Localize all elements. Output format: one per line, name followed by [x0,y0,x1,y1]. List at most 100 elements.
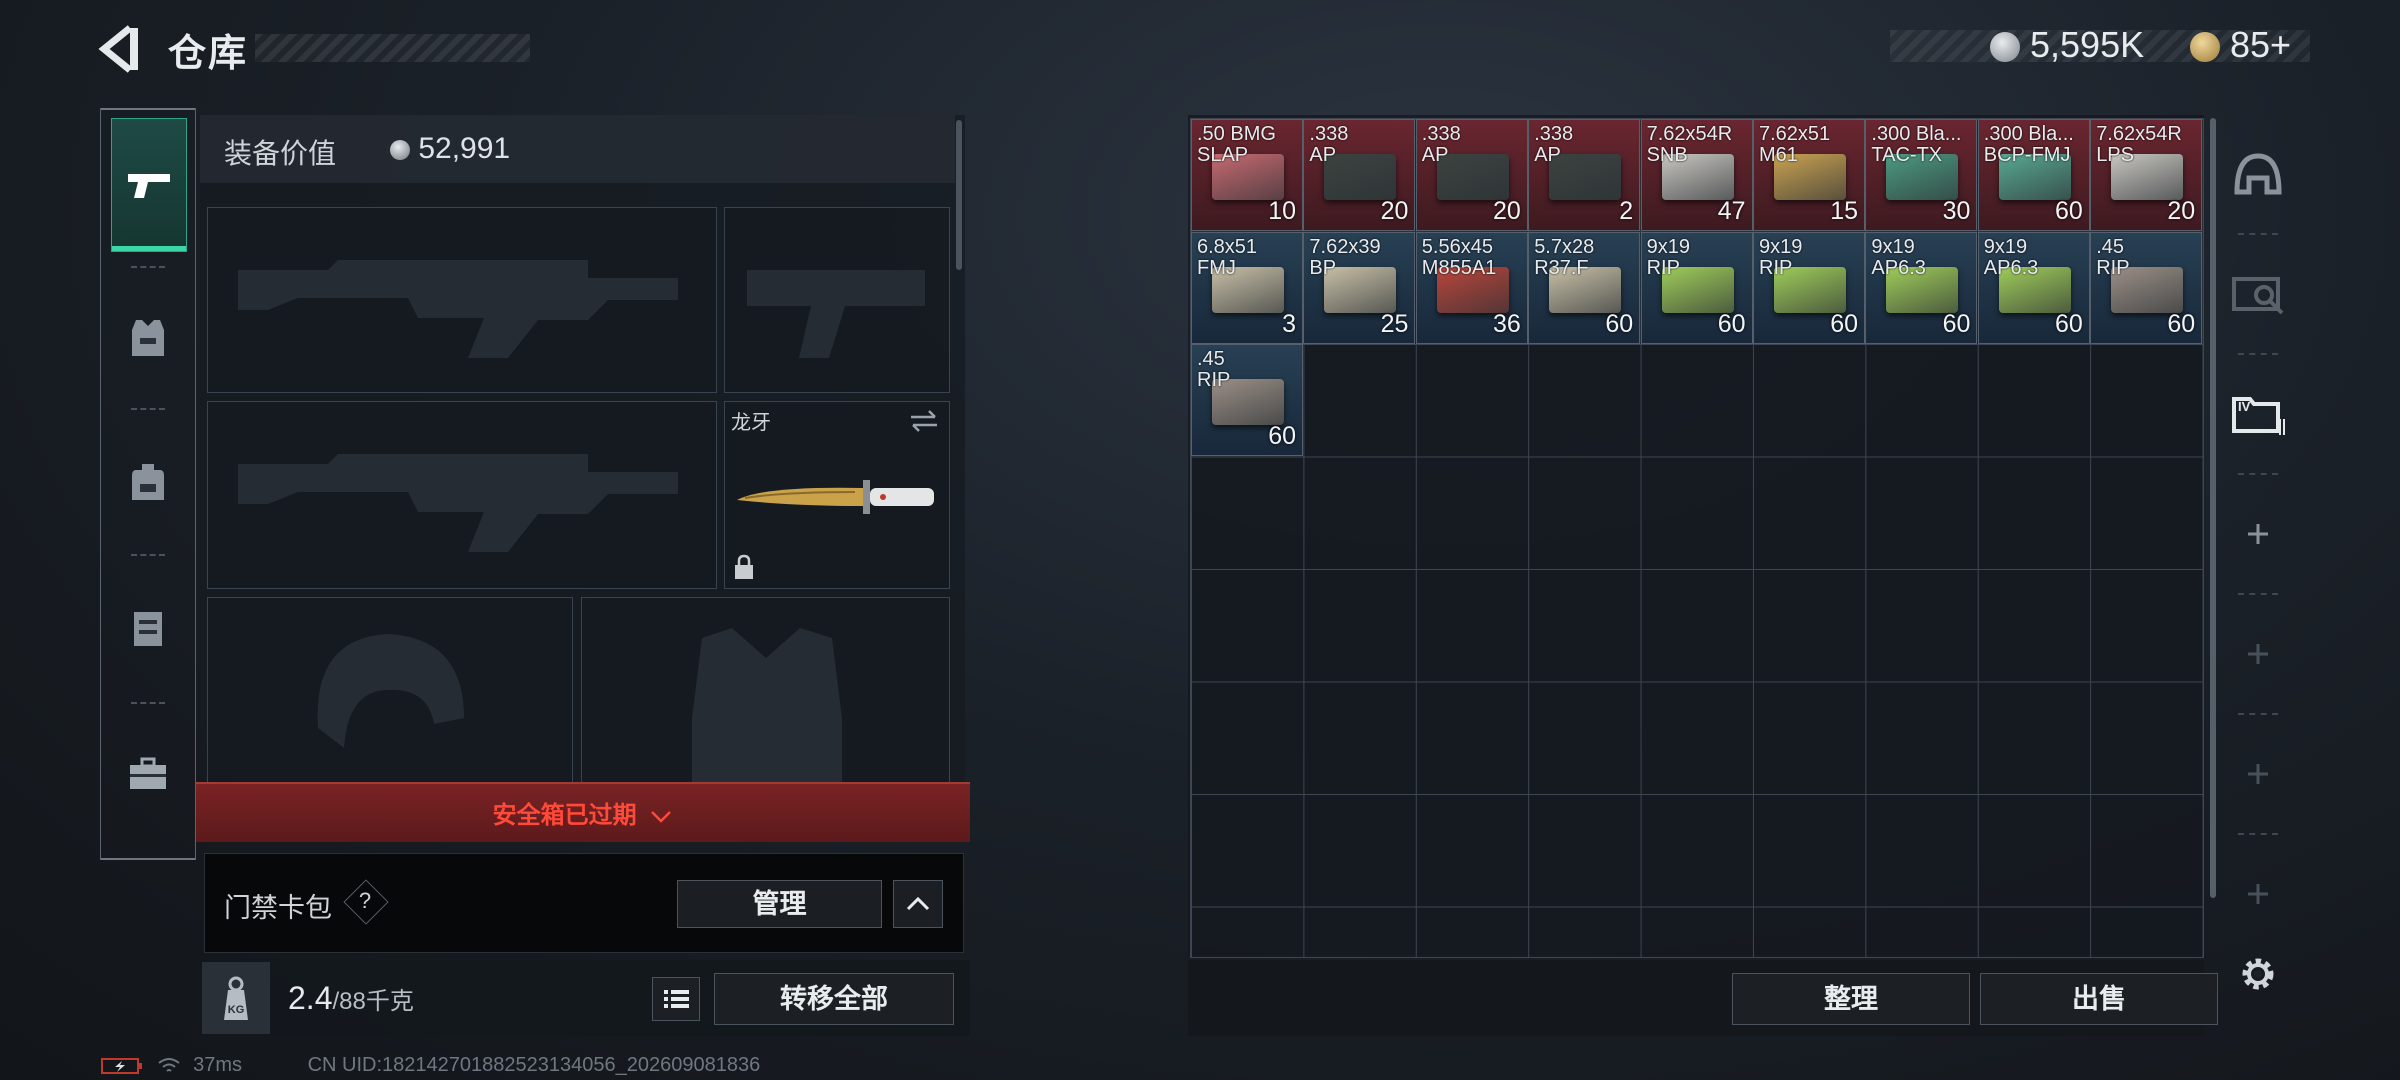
sort-button[interactable]: 整理 [1732,973,1970,1025]
ammo-caliber-name: 7.62x54R [2096,123,2182,145]
safe-folder-icon: IV [2232,397,2285,435]
ammo-item[interactable]: 7.62x54R LPS 20 [2090,119,2203,231]
ammo-type: M855A1 [1421,256,1497,279]
settings-button[interactable] [2218,915,2298,1033]
ammo-item[interactable]: 7.62x39 BP 25 [1303,231,1416,344]
nav-scanner[interactable] [2218,235,2298,353]
ammo-caliber-name: .338 [1309,123,1349,145]
chest-rig-icon [134,612,162,646]
ammo-caliber: .50 BMG SLAP [1197,124,1276,166]
silver-coin-icon [390,140,410,161]
ammo-item[interactable]: 9x19 RIP 60 [1640,231,1753,344]
weight-icon-box: KG [202,962,270,1034]
briefcase-icon [130,757,166,789]
ammo-item[interactable]: 9x19 AP6.3 60 [1977,231,2090,344]
ammo-type: BCP-FMJ [1983,144,2071,166]
gun-icon [128,174,170,198]
vest-silhouette-icon [692,628,842,784]
wifi-icon [157,1057,180,1072]
armor-slot[interactable] [581,597,950,785]
ammo-caliber-name: 9x19 [1983,235,2028,258]
ammo-caliber: .45 RIP [2096,236,2129,279]
ammo-caliber-name: 9x19 [1871,235,1915,258]
melee-slot[interactable]: 龙牙 [724,401,950,589]
transfer-all-button[interactable]: 转移全部 [714,973,954,1025]
ammo-item[interactable]: .338 AP 20 [1303,119,1416,231]
melee-name: 龙牙 [731,412,771,434]
ammo-caliber-name: .45 [1197,348,1225,370]
ammo-caliber: .45 RIP [1197,349,1230,391]
ammo-type: RIP [1759,256,1793,279]
equipment-value-label: 装备价值 [224,138,337,169]
ammo-item[interactable]: .300 Bla... BCP-FMJ 60 [1977,119,2090,231]
list-icon [664,990,689,1008]
ammo-item[interactable]: .300 Bla... TAC-TX 30 [1865,119,1978,231]
ammo-item[interactable]: 6.8x51 FMJ 3 [1191,231,1303,344]
ammo-caliber: 7.62x39 BP [1309,236,1380,279]
ammo-caliber-name: .338 [1421,123,1461,145]
ammo-caliber: 5.56x45 M855A1 [1421,236,1497,279]
ammo-caliber: 7.62x54R LPS [2096,124,2182,166]
rifle-silhouette-icon [238,260,678,358]
nav-briefcase[interactable] [111,708,185,840]
currency-gold: 85+ [2190,24,2291,66]
ammo-item[interactable]: .338 AP 2 [1528,119,1641,231]
add-slot-button[interactable] [2218,475,2298,593]
pistol-slot[interactable] [724,207,950,393]
primary-weapon-slot[interactable] [207,207,717,393]
helmet-slot[interactable] [207,597,573,785]
ammo-type: RIP [1646,256,1680,279]
lock-icon [735,554,753,579]
battery-icon [101,1057,142,1074]
ammo-type: SLAP [1197,144,1249,166]
ammo-item[interactable]: .338 AP 20 [1415,119,1528,231]
ammo-caliber: .338 AP [1309,124,1348,166]
equipment-value: 52,991 [390,132,510,166]
ammo-quantity: 25 [1380,309,1409,338]
ammo-caliber: 5.7x28 R37.F [1534,236,1594,279]
plus-icon [2248,884,2268,904]
currency-silver: 5,595K [1990,24,2144,66]
user-uid: CN UID:182142701882523134056_20260908183… [307,1054,761,1076]
ammo-item[interactable]: .50 BMG SLAP 10 [1191,119,1303,231]
collapse-button[interactable] [893,880,943,928]
nav-weapons[interactable] [111,118,187,252]
page-title: 仓库 [168,33,249,75]
ammo-item[interactable]: 7.62x51 M61 15 [1753,119,1865,231]
manage-button[interactable]: 管理 [677,880,882,928]
swap-icon[interactable] [909,408,939,434]
ammo-item[interactable]: 7.62x54R SNB 47 [1640,119,1753,231]
ammo-caliber: .338 AP [1422,124,1461,166]
ammo-quantity: 60 [1268,422,1296,450]
list-view-button[interactable] [652,977,700,1021]
ammo-item[interactable]: 9x19 AP6.3 60 [1865,231,1978,344]
stash-scrollbar[interactable] [2210,118,2216,898]
help-icon[interactable]: ? [350,886,380,916]
ammo-item[interactable]: 9x19 RIP 60 [1753,231,1865,344]
nav-backpack[interactable] [111,416,185,548]
ammo-caliber-name: .338 [1534,123,1574,145]
left-nav [100,108,196,860]
ammo-caliber-name: 9x19 [1646,235,1690,258]
ammo-item[interactable]: .45 RIP 60 [2090,231,2203,344]
ammo-item[interactable]: .45 RIP 60 [1191,344,1303,456]
sell-button[interactable]: 出售 [1980,973,2218,1025]
back-button[interactable] [96,22,146,76]
ammo-caliber: 6.8x51 FMJ [1197,236,1257,279]
ammo-type: AP6.3 [1983,256,2039,279]
ammo-quantity: 3 [1282,309,1296,338]
equipment-scrollbar[interactable] [956,120,962,270]
add-slot-button[interactable] [2218,595,2298,713]
nav-armor[interactable] [111,272,185,404]
nav-safe-folder[interactable]: IV [2218,355,2298,473]
nav-chest-rig[interactable] [111,562,185,694]
ammo-caliber-name: .50 BMG [1197,123,1276,145]
ammo-quantity: 15 [1830,197,1858,225]
ammo-quantity: 60 [2054,309,2083,338]
nav-helmet[interactable] [2218,115,2298,233]
ammo-item[interactable]: 5.7x28 R37.F 60 [1528,231,1641,344]
secondary-weapon-slot[interactable] [207,401,717,589]
ammo-item[interactable]: 5.56x45 M855A1 36 [1415,231,1528,344]
ammo-caliber: 9x19 RIP [1759,236,1802,279]
add-slot-button[interactable] [2218,715,2298,833]
